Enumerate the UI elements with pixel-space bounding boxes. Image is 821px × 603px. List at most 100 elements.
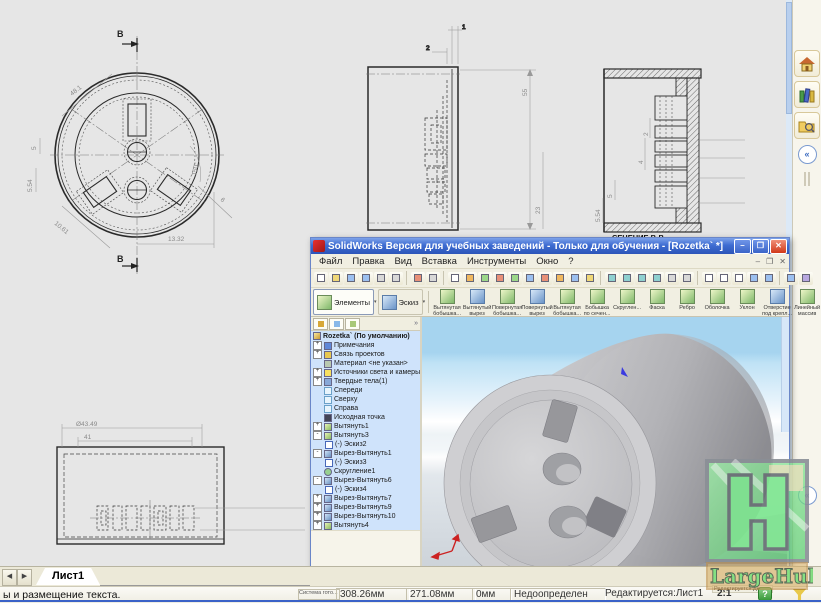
sketch-icon[interactable]	[463, 272, 477, 285]
sheet-tab-list1[interactable]: Лист1	[36, 568, 100, 585]
propertymanager-tab-icon[interactable]	[329, 318, 344, 330]
new-document-icon[interactable]	[314, 272, 328, 285]
tree-item-cut-extrude10[interactable]: +Вырез-Вытянуть10	[311, 512, 420, 521]
sheet-nav-left-icon[interactable]: ◀	[2, 569, 17, 586]
chamfer-button[interactable]: Фаска	[642, 288, 672, 316]
shaded-with-edges-icon[interactable]	[747, 272, 761, 285]
revolved-cut-button[interactable]: Повернутыйвырез	[522, 288, 552, 316]
file-explorer-icon[interactable]	[794, 112, 820, 139]
tree-item-fillet1[interactable]: Скругление1	[311, 467, 420, 476]
rebuild-icon[interactable]	[508, 272, 522, 285]
graphics-viewport[interactable]	[422, 317, 789, 572]
tree-item-lights[interactable]: +Источники света и камеры	[311, 368, 420, 377]
menu-insert[interactable]: Вставка	[417, 256, 462, 267]
zoom-to-area-icon[interactable]	[620, 272, 634, 285]
child-minimize-button[interactable]: –	[753, 257, 763, 266]
tab-sketch[interactable]: Эскиз	[378, 289, 423, 315]
tree-item-cut-extrude1[interactable]: -Вырез-Вытянуть1	[311, 449, 420, 458]
child-restore-button[interactable]: ❐	[763, 257, 776, 266]
tree-item-extrude4[interactable]: +Вытянуть4	[311, 521, 420, 530]
tree-expand-icon[interactable]: »	[414, 320, 418, 327]
rotate-view-icon[interactable]	[665, 272, 679, 285]
minimize-button[interactable]: –	[734, 239, 751, 254]
menu-edit[interactable]: Правка	[347, 256, 389, 267]
hidden-lines-removed-icon[interactable]	[732, 272, 746, 285]
child-close-button[interactable]: ✕	[776, 257, 789, 266]
design-table-icon[interactable]	[523, 272, 537, 285]
tree-item-front-plane[interactable]: Спереди	[311, 386, 420, 395]
close-button[interactable]: ✕	[770, 239, 787, 254]
hole-wizard-button[interactable]: Отверстиепод крепл...	[762, 288, 792, 316]
menu-window[interactable]: Окно	[531, 256, 563, 267]
print-icon[interactable]	[374, 272, 388, 285]
tree-item-right-plane[interactable]: Справа	[311, 404, 420, 413]
menu-file[interactable]: Файл	[314, 256, 347, 267]
tree-item-cut-extrude9[interactable]: +Вырез-Вытянуть9	[311, 503, 420, 512]
tree-item-cut-extrude6[interactable]: -Вырез-Вытянуть6	[311, 476, 420, 485]
menu-help[interactable]: ?	[563, 256, 578, 267]
tree-item-origin[interactable]: Исходная точка	[311, 413, 420, 422]
wireframe-icon[interactable]	[702, 272, 716, 285]
task-pane-collapse2-icon[interactable]: «	[798, 486, 817, 505]
tab-features[interactable]: Элементы	[313, 289, 374, 315]
print-preview-icon[interactable]	[389, 272, 403, 285]
hidden-lines-visible-icon[interactable]	[717, 272, 731, 285]
tree-item-sketch2[interactable]: (-) Эскиз2	[311, 440, 420, 449]
undo-icon[interactable]	[411, 272, 425, 285]
smart-dimension-icon[interactable]	[478, 272, 492, 285]
viewport-vertical-scrollbar[interactable]	[781, 317, 789, 432]
image-icon[interactable]	[538, 272, 552, 285]
tree-item-extrude3[interactable]: -Вытянуть3	[311, 431, 420, 440]
tree-item-design-binder[interactable]: +Связь проектов	[311, 350, 420, 359]
task-pane-collapse-icon[interactable]: «	[798, 145, 817, 164]
menu-view[interactable]: Вид	[389, 256, 416, 267]
pan-icon[interactable]	[680, 272, 694, 285]
open-icon[interactable]	[329, 272, 343, 285]
tree-item-solid-bodies[interactable]: +Твердые тела(1)	[311, 377, 420, 386]
shell-button[interactable]: Оболочка	[702, 288, 732, 316]
menu-tools[interactable]: Инструменты	[462, 256, 531, 267]
tree-item-top-plane[interactable]: Сверху	[311, 395, 420, 404]
zoom-to-selection-icon[interactable]	[650, 272, 664, 285]
tree-item-cut-extrude7[interactable]: +Вырез-Вытянуть7	[311, 494, 420, 503]
shaded-icon[interactable]	[762, 272, 776, 285]
solidworks-resources-icon[interactable]	[794, 50, 820, 77]
extruded-boss-button[interactable]: Вытянутаябобышка...	[432, 288, 462, 316]
zoom-in-out-icon[interactable]	[635, 272, 649, 285]
features-dropdown-icon[interactable]: ▾	[374, 288, 377, 316]
sketch-dropdown-icon[interactable]: ▾	[423, 288, 426, 316]
tree-item-material[interactable]: Материал <не указан>	[311, 359, 420, 368]
task-pane-grip[interactable]	[804, 172, 810, 186]
fillet-button[interactable]: Скруглен...	[612, 288, 642, 316]
update-icon[interactable]	[568, 272, 582, 285]
draft-button[interactable]: Уклон	[732, 288, 762, 316]
tree-item-sketch4[interactable]: (-) Эскиз4	[311, 485, 420, 494]
redo-icon[interactable]	[426, 272, 440, 285]
help-icon[interactable]: ?	[758, 587, 772, 601]
design-library-icon[interactable]	[794, 81, 820, 108]
title-bar[interactable]: SolidWorks Версия для учебных заведений …	[311, 238, 789, 254]
tree-root[interactable]: Rozetka` (По умолчанию)	[311, 331, 420, 341]
revolved-boss-button[interactable]: Повернутаябобышка...	[492, 288, 522, 316]
sheet-nav-right-icon[interactable]: ▶	[17, 569, 32, 586]
save-icon[interactable]	[344, 272, 358, 285]
swept-boss-button[interactable]: Вытянутаябобышка...	[552, 288, 582, 316]
section-view-icon[interactable]	[784, 272, 798, 285]
save-as-icon[interactable]	[359, 272, 373, 285]
drawing-3d-icon[interactable]	[553, 272, 567, 285]
featuremanager-tab-icon[interactable]	[313, 318, 328, 330]
linear-pattern-button[interactable]: Линейныймассив	[792, 288, 821, 316]
rib-button[interactable]: Ребро	[672, 288, 702, 316]
extruded-cut-button[interactable]: Вытянутыйвырез	[462, 288, 492, 316]
restore-button[interactable]: ❐	[752, 239, 769, 254]
tree-item-sketch3[interactable]: (-) Эскиз3	[311, 458, 420, 467]
select-arrow-icon[interactable]	[448, 272, 462, 285]
note-icon[interactable]	[493, 272, 507, 285]
zoom-to-fit-icon[interactable]	[605, 272, 619, 285]
tree-item-annotations[interactable]: +Примечания	[311, 341, 420, 350]
configurationmanager-tab-icon[interactable]	[345, 318, 360, 330]
tree-item-extrude1[interactable]: +Вытянуть1	[311, 422, 420, 431]
curvature-icon[interactable]	[799, 272, 813, 285]
lofted-boss-button[interactable]: Бобышкапо сечен...	[582, 288, 612, 316]
help-icon[interactable]	[583, 272, 597, 285]
